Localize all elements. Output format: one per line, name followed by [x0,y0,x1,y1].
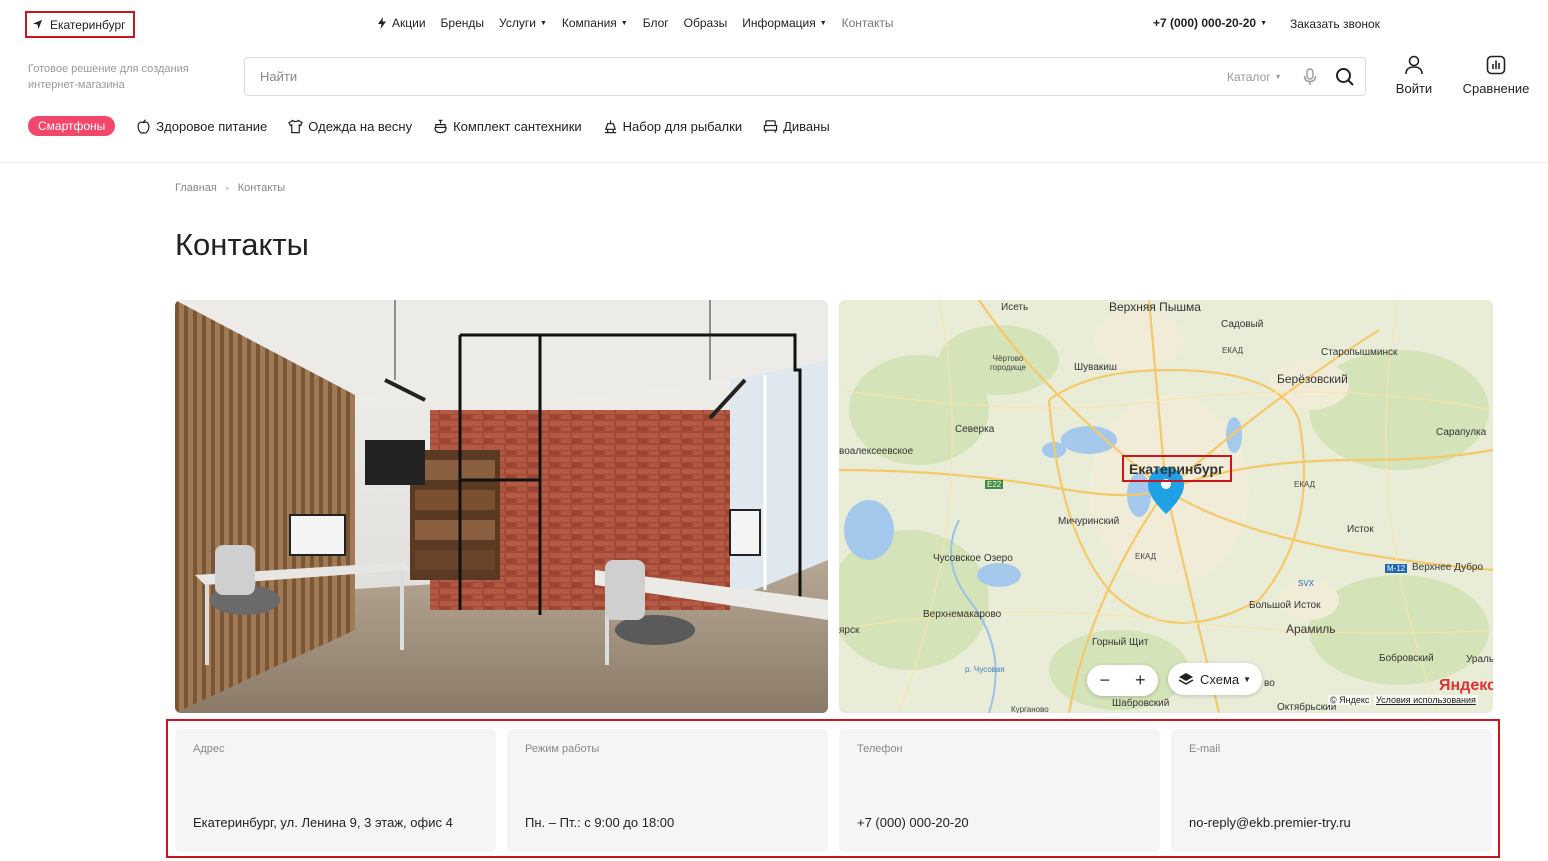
office-photo [175,300,828,713]
nav-item-services[interactable]: Услуги ▼ [499,16,547,30]
contact-card-address: Адрес Екатеринбург, ул. Ленина 9, 3 этаж… [175,729,496,852]
category-fishing-kit[interactable]: Набор для рыбалки [603,119,742,134]
yandex-logo: Яндекс [1439,677,1493,694]
search-input[interactable]: Найти [260,69,297,84]
fishing-icon [604,119,616,133]
office-interior-image [175,300,828,713]
tshirt-icon [288,119,304,133]
sofa-icon [763,119,778,133]
category-spring-clothes[interactable]: Одежда на весну [288,119,412,134]
category-healthy-food[interactable]: Здоровое питание [136,119,267,134]
nav-item-looks[interactable]: Образы [684,16,728,30]
map-zoom-control: − + [1087,665,1158,696]
user-icon [1405,55,1423,75]
contact-card-phone[interactable]: Телефон +7 (000) 000-20-20 [839,729,1160,852]
card-label: E-mail [1189,743,1221,755]
microphone-icon[interactable] [1303,68,1317,86]
map-terms-link[interactable]: Условия использования [1374,695,1478,705]
nav-item-contacts[interactable]: Контакты [842,16,894,30]
header-divider [0,162,1548,163]
city-name: Екатеринбург [50,17,126,32]
contact-card-hours: Режим работы Пн. – Пт.: с 9:00 до 18:00 [507,729,828,852]
location-arrow-icon [32,19,43,30]
search-catalog-dropdown[interactable]: Каталог ▼ [1227,70,1282,84]
contact-card-email[interactable]: E-mail no-reply@ekb.premier-try.ru [1171,729,1492,852]
search-icon[interactable] [1335,67,1355,87]
page-title: Контакты [175,227,309,262]
site-tagline: Готовое решение для создания интернет-ма… [28,63,189,91]
map-copyright: © Яндекс [1328,695,1372,705]
category-sofas[interactable]: Диваны [763,119,830,134]
nav-item-promo[interactable]: Акции [377,16,426,30]
breadcrumb-current: Контакты [237,182,286,194]
caret-down-icon: ▼ [1274,73,1282,81]
nav-item-info[interactable]: Информация ▼ [742,16,826,30]
bolt-icon [378,17,386,29]
breadcrumb-separator: • [225,183,229,193]
zoom-in-button[interactable]: + [1135,670,1146,691]
nav-item-brands[interactable]: Бренды [441,16,484,30]
card-label: Телефон [857,743,903,755]
category-bar: Смартфоны Здоровое питание Одежда на вес… [28,116,851,136]
caret-down-icon: ▼ [1260,19,1268,27]
card-value[interactable]: +7 (000) 000-20-20 [857,813,1147,832]
top-navigation: Акции Бренды Услуги ▼ Компания ▼ Блог Обра… [377,16,908,30]
map-canvas[interactable] [839,300,1493,713]
caret-down-icon: ▼ [620,19,628,27]
card-label: Адрес [193,743,225,755]
caret-down-icon: ▼ [819,19,827,27]
breadcrumb-home-link[interactable]: Главная [175,182,217,194]
yandex-map[interactable]: Исеть Верхняя Пышма Садовый Чёртово горо… [839,300,1493,713]
nav-item-blog[interactable]: Блог [643,16,669,30]
compare-button[interactable]: Сравнение [1460,55,1532,96]
login-button[interactable]: Войти [1394,55,1434,96]
category-plumbing-set[interactable]: Комплект сантехники [433,119,582,134]
breadcrumb: Главная • Контакты [175,182,285,194]
caret-down-icon: ▼ [1243,674,1252,684]
map-layer-button[interactable]: Схема ▼ [1168,663,1262,695]
zoom-out-button[interactable]: − [1099,670,1110,691]
city-selector[interactable]: Екатеринбург [25,11,135,38]
card-value: Пн. – Пт.: с 9:00 до 18:00 [525,815,675,830]
caret-down-icon: ▼ [539,19,547,27]
category-pill-smartphones[interactable]: Смартфоны [28,116,116,136]
callback-link[interactable]: Заказать звонок [1290,17,1380,31]
layers-icon [1178,673,1194,685]
compare-chart-icon [1486,55,1506,75]
nav-item-company[interactable]: Компания ▼ [562,16,628,30]
apple-icon [137,118,150,134]
card-value[interactable]: no-reply@ekb.premier-try.ru [1189,813,1479,832]
card-value: Екатеринбург, ул. Ленина 9, 3 этаж, офис… [193,815,453,830]
topbar: Екатеринбург Акции Бренды Услуги ▼ Компан… [0,0,1548,48]
faucet-icon [434,119,447,133]
search-bar[interactable]: Найти Каталог ▼ [244,57,1366,96]
card-label: Режим работы [525,743,600,755]
header-phone[interactable]: +7 (000) 000-20-20 ▼ [1153,16,1267,30]
